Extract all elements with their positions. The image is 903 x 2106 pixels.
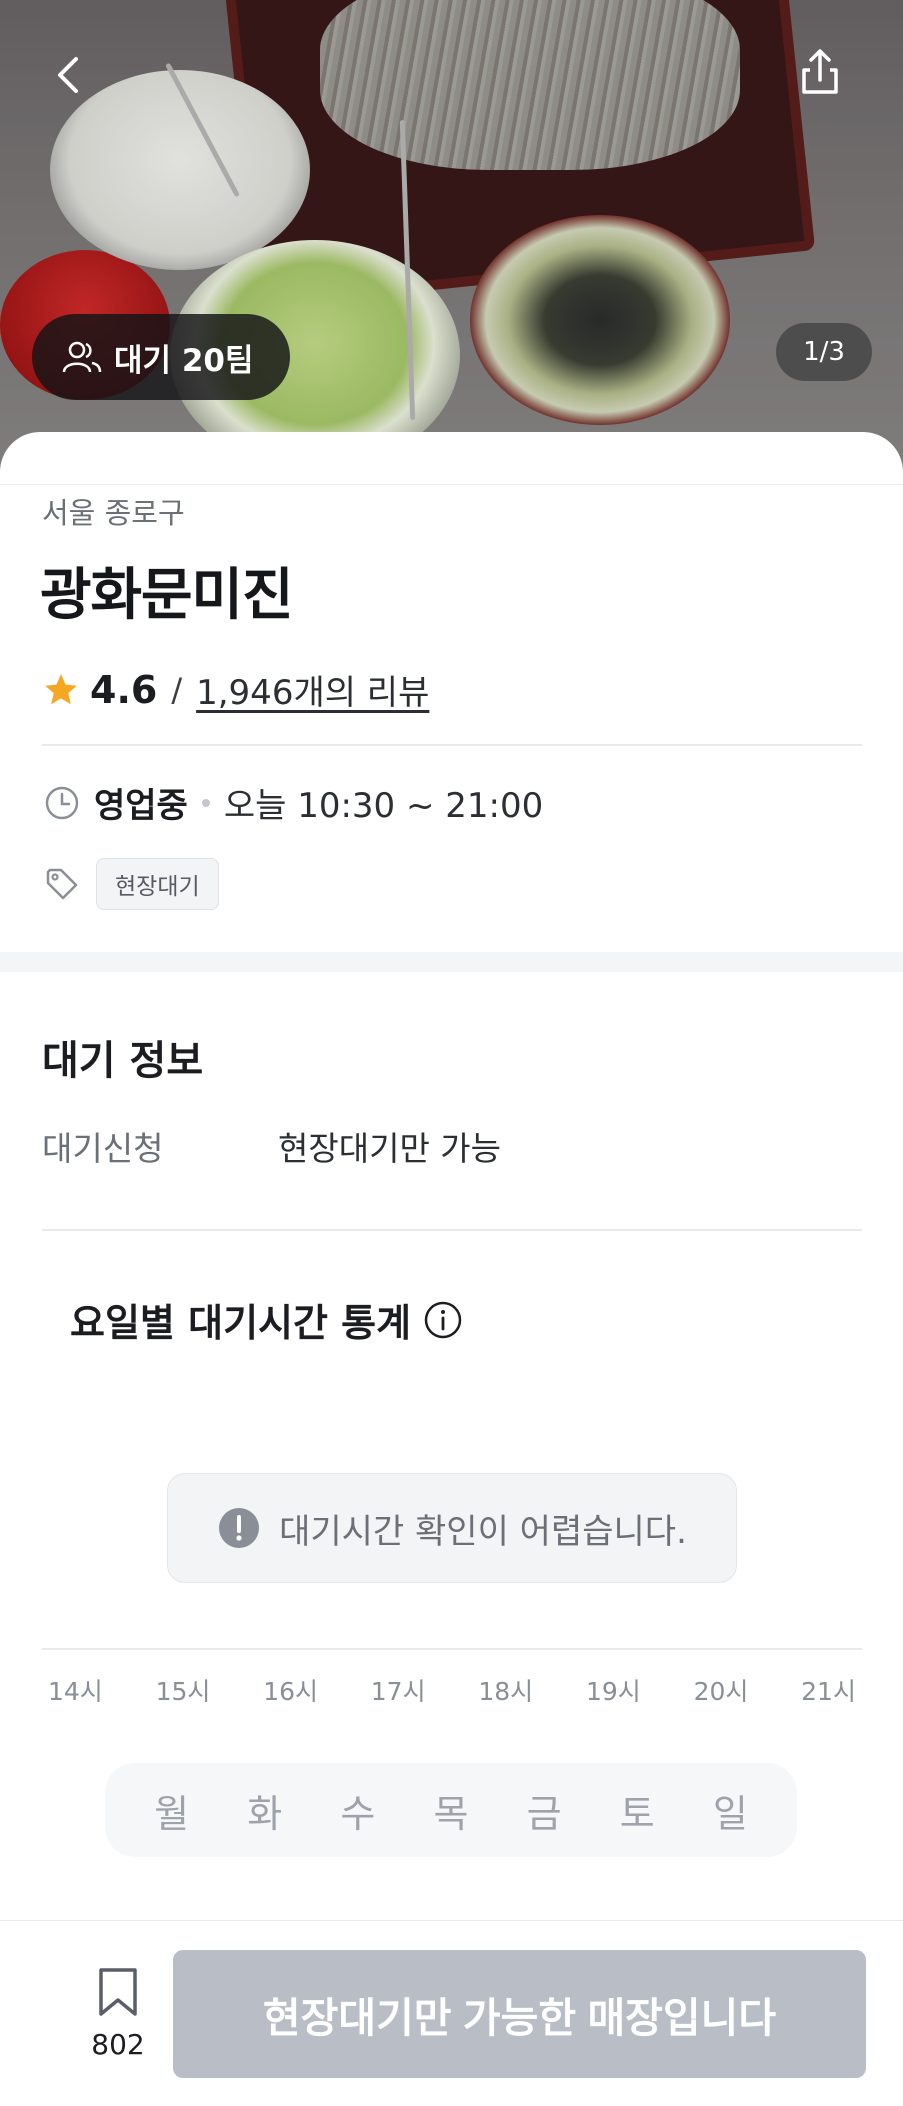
wait-badge-label: 대기 20팀 — [114, 342, 254, 379]
open-status: 영업중 — [94, 786, 188, 826]
day-tab-fri[interactable]: 금 — [527, 1783, 562, 1838]
hero-photo[interactable]: 대기 20팀 1/3 — [0, 0, 903, 470]
separator-dot — [201, 798, 210, 807]
day-tab-sat[interactable]: 토 — [620, 1783, 655, 1838]
wait-time-notice: 대기시간 확인이 어렵습니다. — [167, 1473, 737, 1583]
wait-info-title: 대기 정보 — [42, 1038, 204, 1084]
share-icon — [802, 49, 838, 94]
info-icon[interactable] — [423, 1300, 463, 1340]
chart-baseline — [42, 1648, 862, 1650]
tag-row: 현장대기 — [44, 858, 219, 910]
wait-stats-title-row: 요일별 대기시간 통계 — [70, 1292, 463, 1347]
people-icon — [62, 341, 102, 373]
bookmark-icon — [99, 1968, 137, 2016]
onsite-wait-tag: 현장대기 — [96, 858, 219, 910]
day-tab-thu[interactable]: 목 — [434, 1783, 469, 1838]
today-hours: 오늘 10:30 ~ 21:00 — [223, 786, 544, 826]
star-icon — [45, 673, 77, 704]
hour-label: 17시 — [370, 1677, 426, 1706]
day-tab-wed[interactable]: 수 — [340, 1783, 375, 1838]
alert-icon — [219, 1508, 260, 1548]
bookmark-button[interactable]: 802 — [68, 1966, 168, 2061]
divider — [42, 744, 862, 746]
rating-value: 4.6 — [90, 667, 158, 712]
review-count-link[interactable]: 1,946개의 리뷰 — [196, 665, 429, 714]
hour-label: 21시 — [801, 1677, 856, 1706]
store-region: 서울 종로구 — [42, 496, 185, 530]
hour-label: 16시 — [263, 1677, 318, 1706]
store-name: 광화문미진 — [40, 563, 294, 628]
back-button[interactable] — [40, 45, 100, 105]
wait-request-value: 현장대기만 가능 — [278, 1129, 502, 1168]
day-tab-mon[interactable]: 월 — [154, 1783, 189, 1838]
hour-axis: 14시 15시 16시 17시 18시 19시 20시 21시 — [42, 1672, 862, 1708]
business-hours-row: 영업중 오늘 10:30 ~ 21:00 — [44, 778, 543, 827]
divider — [42, 1229, 862, 1231]
onsite-only-button[interactable]: 현장대기만 가능한 매장입니다 — [173, 1950, 866, 2078]
notice-text: 대기시간 확인이 어렵습니다. — [279, 1511, 687, 1552]
bookmark-count: 802 — [91, 2028, 145, 2061]
hour-label: 18시 — [478, 1677, 534, 1706]
hour-label: 15시 — [155, 1677, 211, 1706]
rating-row: 4.6 / 1,946개의 리뷰 — [42, 665, 429, 714]
clock-icon — [45, 786, 79, 819]
hour-label: 19시 — [585, 1677, 641, 1706]
wait-request-label: 대기신청 — [42, 1129, 164, 1168]
share-button[interactable] — [790, 42, 850, 102]
wait-stats-title: 요일별 대기시간 통계 — [70, 1301, 412, 1345]
wait-team-badge: 대기 20팀 — [32, 314, 290, 400]
photo-page-indicator: 1/3 — [776, 323, 872, 381]
sheet-divider — [0, 484, 903, 485]
day-tab-sun[interactable]: 일 — [713, 1783, 748, 1838]
section-band — [0, 952, 903, 972]
back-icon — [58, 57, 78, 93]
tag-icon — [46, 868, 78, 900]
hour-label: 14시 — [48, 1677, 103, 1706]
weekday-selector: 월 화 수 목 금 토 일 — [105, 1763, 797, 1857]
rating-separator: / — [171, 670, 183, 709]
day-tab-tue[interactable]: 화 — [247, 1783, 282, 1838]
hour-label: 20시 — [693, 1677, 749, 1706]
